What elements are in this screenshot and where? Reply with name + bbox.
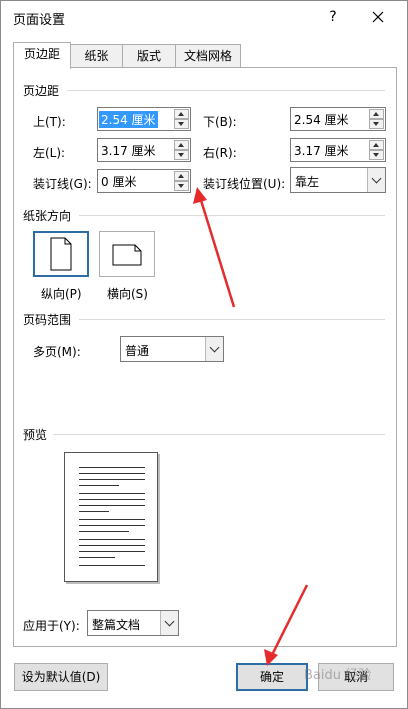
spin-up-icon[interactable] xyxy=(174,109,189,119)
gutter-spinner[interactable]: 0 厘米 xyxy=(97,169,191,193)
gutter-position-label: 装订线位置(U): xyxy=(203,177,286,191)
landscape-label: 横向(S) xyxy=(107,287,148,301)
bottom-margin-label: 下(B): xyxy=(203,115,237,129)
gutter-label: 装订线(G): xyxy=(33,177,92,191)
spin-down-icon[interactable] xyxy=(369,119,384,129)
tab-layout[interactable]: 版式 xyxy=(122,44,176,68)
spin-up-icon[interactable] xyxy=(174,171,189,181)
chevron-down-icon xyxy=(209,342,220,353)
spin-down-icon[interactable] xyxy=(174,181,189,191)
spin-down-icon[interactable] xyxy=(369,150,384,160)
bottom-margin-spinner[interactable]: 2.54 厘米 xyxy=(290,107,386,131)
set-default-button[interactable]: 设为默认值(D) xyxy=(14,663,108,691)
top-margin-label: 上(T): xyxy=(33,115,66,129)
apply-to-value: 整篇文档 xyxy=(92,618,141,632)
orientation-separator xyxy=(79,215,385,216)
ok-button[interactable]: 确定 xyxy=(236,663,308,691)
top-margin-value[interactable]: 2.54 厘米 xyxy=(99,111,158,128)
gutter-position-select[interactable]: 靠左 xyxy=(290,167,386,193)
portrait-label: 纵向(P) xyxy=(41,287,82,301)
preview-section-label: 预览 xyxy=(23,428,48,442)
dropdown-button[interactable] xyxy=(205,337,223,361)
top-margin-spinner[interactable]: 2.54 厘米 xyxy=(97,107,191,131)
apply-to-select[interactable]: 整篇文档 xyxy=(87,610,179,636)
tab-margins[interactable]: 页边距 xyxy=(13,42,71,69)
dropdown-button[interactable] xyxy=(367,168,385,192)
pages-section-label: 页码范围 xyxy=(23,313,72,327)
gutter-value[interactable]: 0 厘米 xyxy=(101,173,136,190)
left-margin-label: 左(L): xyxy=(33,146,66,160)
tab-paper[interactable]: 纸张 xyxy=(70,44,123,68)
preview-page xyxy=(64,452,158,582)
multiple-pages-label: 多页(M): xyxy=(33,345,81,359)
chevron-down-icon xyxy=(371,173,382,184)
chevron-down-icon xyxy=(164,616,175,627)
landscape-option[interactable] xyxy=(99,231,155,277)
spin-down-icon[interactable] xyxy=(174,150,189,160)
spin-down-icon[interactable] xyxy=(174,119,189,129)
portrait-option[interactable] xyxy=(33,231,89,277)
margins-section-label: 页边距 xyxy=(23,84,60,98)
spin-up-icon[interactable] xyxy=(369,140,384,150)
multiple-pages-value: 普通 xyxy=(125,344,150,358)
orientation-section-label: 纸张方向 xyxy=(23,209,72,223)
left-margin-spinner[interactable]: 3.17 厘米 xyxy=(97,138,191,162)
close-button[interactable] xyxy=(363,4,393,30)
spin-up-icon[interactable] xyxy=(174,140,189,150)
spin-up-icon[interactable] xyxy=(369,109,384,119)
pages-separator xyxy=(79,319,385,320)
preview-separator xyxy=(53,434,385,435)
multiple-pages-select[interactable]: 普通 xyxy=(120,336,224,362)
bottom-margin-value[interactable]: 2.54 厘米 xyxy=(294,111,349,128)
help-button[interactable]: ? xyxy=(319,4,347,30)
right-margin-label: 右(R): xyxy=(203,146,237,160)
watermark: Baidu 经验 xyxy=(304,668,372,683)
close-icon xyxy=(372,11,384,23)
dropdown-button[interactable] xyxy=(160,611,178,635)
tab-document-grid[interactable]: 文档网格 xyxy=(175,44,241,68)
margins-separator xyxy=(67,90,385,91)
right-margin-spinner[interactable]: 3.17 厘米 xyxy=(290,138,386,162)
gutter-position-value: 靠左 xyxy=(295,175,320,189)
portrait-page-icon xyxy=(50,237,72,271)
apply-to-label: 应用于(Y): xyxy=(23,619,80,633)
left-margin-value[interactable]: 3.17 厘米 xyxy=(101,142,156,159)
dialog-title: 页面设置 xyxy=(13,13,66,28)
page-setup-dialog: 页面设置 ? 页边距 纸张 版式 文档网格 页边距 上(T): 2.54 厘米 … xyxy=(0,0,408,709)
title-bar: 页面设置 ? xyxy=(1,1,407,33)
right-margin-value[interactable]: 3.17 厘米 xyxy=(294,142,349,159)
landscape-page-icon xyxy=(112,244,142,266)
